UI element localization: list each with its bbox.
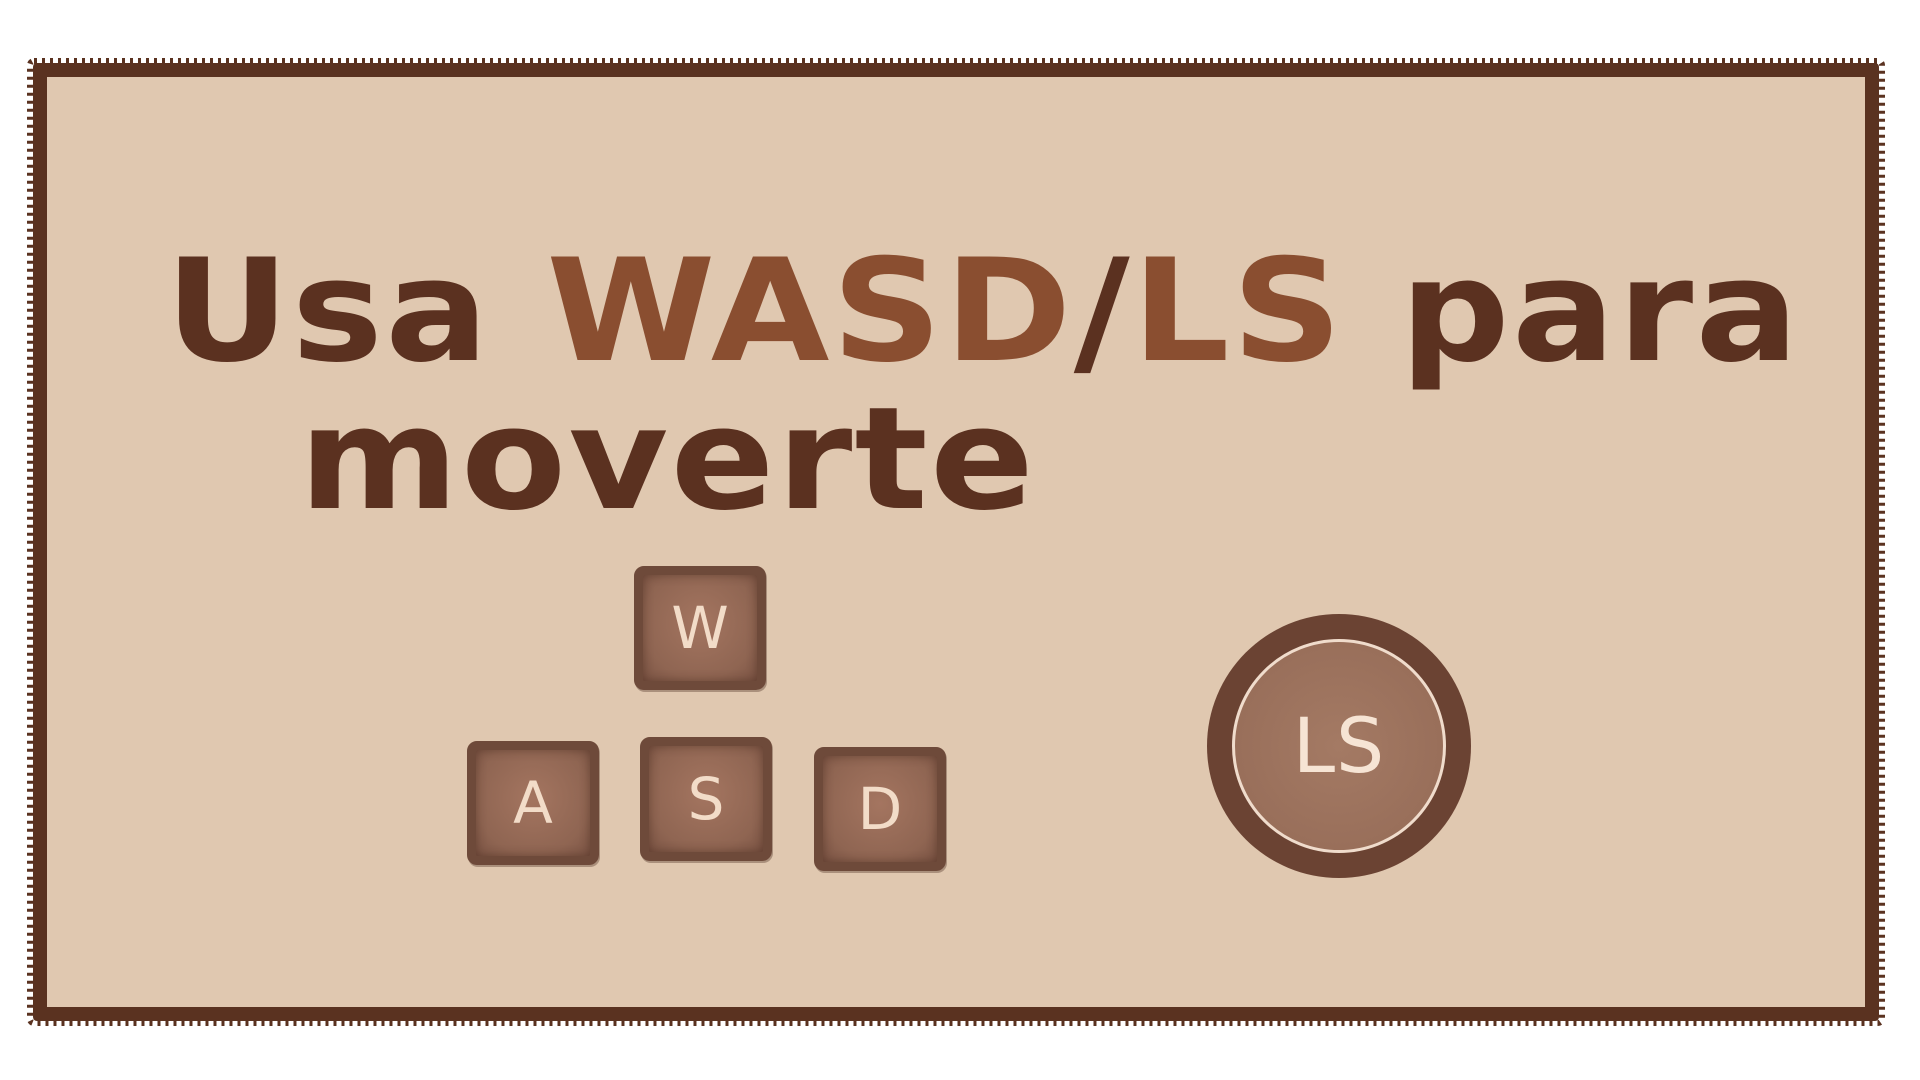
key-w-icon: W [634,566,766,690]
key-d-label: D [857,775,903,843]
prompt-keys-label: WASD [546,229,1074,394]
tutorial-panel [33,63,1879,1021]
prompt-suffix: para [1344,229,1801,394]
key-s-icon: S [640,737,772,861]
key-w-label: W [671,594,729,662]
left-stick-icon: LS [1207,614,1471,878]
movement-prompt: Usa WASD/LS para moverte [165,238,1893,534]
key-a-label: A [513,769,553,837]
key-d-icon: D [814,747,946,871]
key-s-label: S [687,765,725,833]
left-stick-cap: LS [1232,639,1446,853]
key-a-icon: A [467,741,599,865]
prompt-separator: / [1073,229,1132,394]
prompt-stick-label: LS [1131,229,1345,394]
prompt-line2: moverte [298,377,1037,542]
left-stick-label: LS [1292,701,1386,790]
prompt-prefix: Usa [165,229,547,394]
